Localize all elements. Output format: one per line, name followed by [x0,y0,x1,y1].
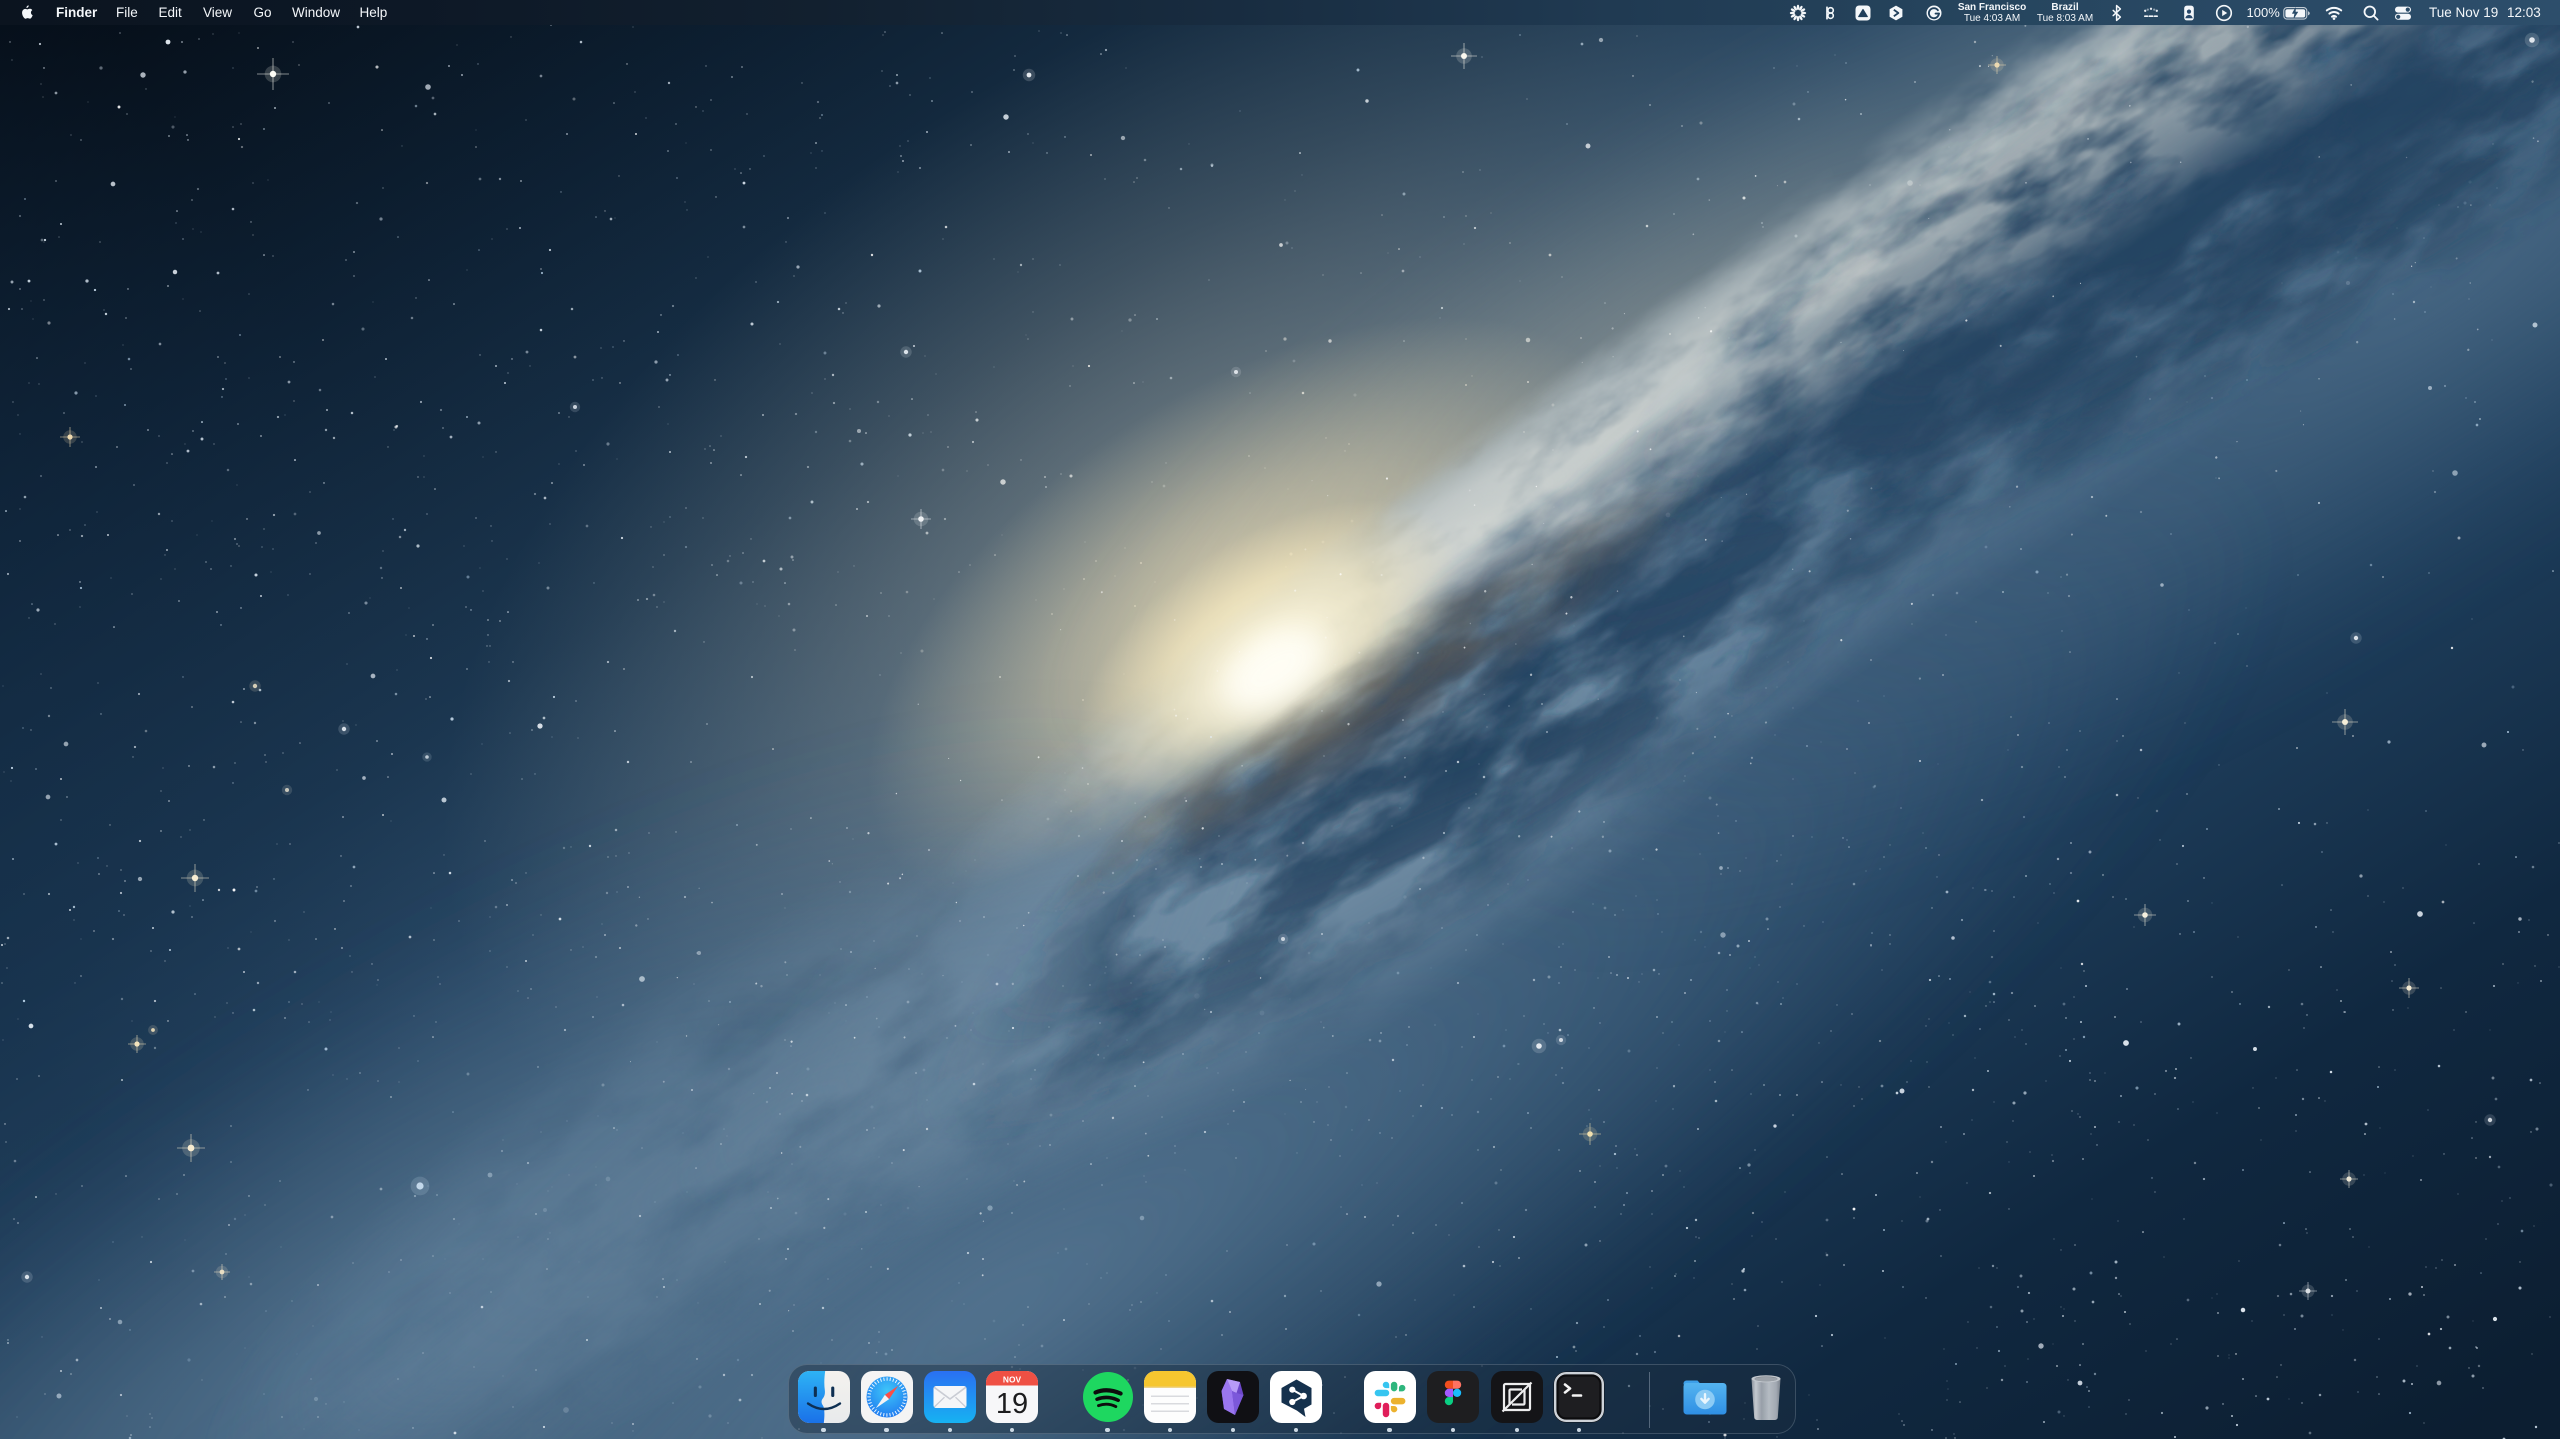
svg-text:19: 19 [996,1388,1028,1420]
svg-text:NOV: NOV [1003,1374,1022,1384]
